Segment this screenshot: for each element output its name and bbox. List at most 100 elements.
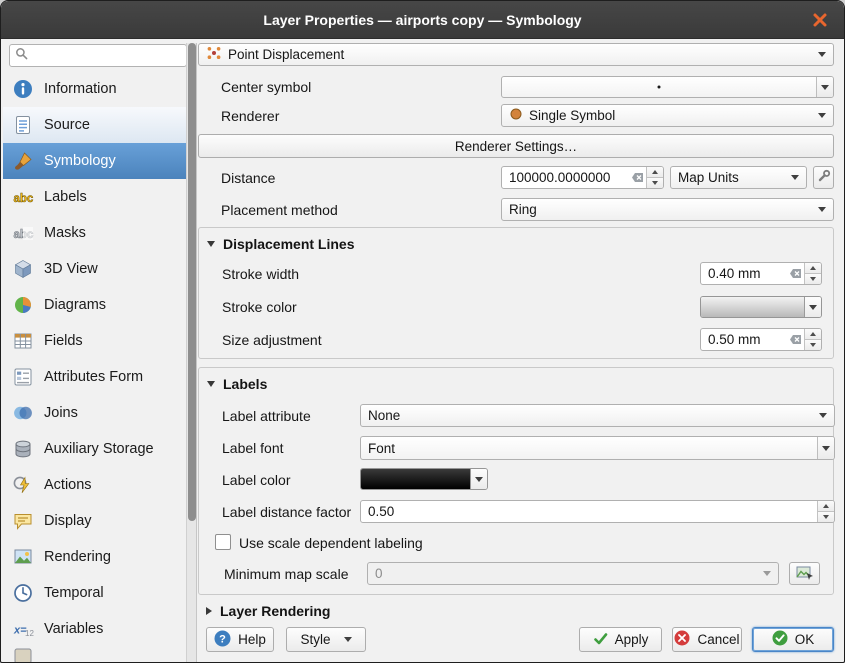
stroke-width-spinbox[interactable] bbox=[700, 262, 822, 285]
ok-check-icon bbox=[772, 630, 788, 649]
minimum-map-scale-combobox: 0 bbox=[367, 562, 779, 585]
sidebar-item-symbology[interactable]: Symbology bbox=[3, 143, 186, 179]
cancel-button[interactable]: Cancel bbox=[672, 627, 742, 652]
center-symbol-dropdown[interactable] bbox=[816, 77, 833, 97]
map-scale-icon bbox=[796, 565, 814, 583]
search-icon bbox=[15, 47, 28, 65]
clear-icon[interactable] bbox=[628, 171, 646, 184]
sidebar-item-display[interactable]: Display bbox=[3, 503, 186, 539]
label-distance-factor-input[interactable] bbox=[361, 504, 817, 519]
renderer-combobox[interactable]: Single Symbol bbox=[501, 104, 834, 127]
distance-input[interactable] bbox=[502, 170, 628, 185]
sidebar-item-label: Temporal bbox=[44, 585, 104, 601]
clear-icon[interactable] bbox=[786, 267, 804, 280]
sidebar-item-masks[interactable]: abc Masks bbox=[3, 215, 186, 251]
set-scale-from-map-button[interactable] bbox=[789, 562, 820, 585]
sidebar-item-information[interactable]: Information bbox=[3, 71, 186, 107]
spin-down-button[interactable] bbox=[805, 339, 821, 350]
sidebar-item-labels[interactable]: abc Labels bbox=[3, 179, 186, 215]
spin-up-button[interactable] bbox=[818, 501, 834, 511]
sidebar-item-fields[interactable]: Fields bbox=[3, 323, 186, 359]
ok-label: OK bbox=[795, 632, 815, 647]
sidebar-item-partial[interactable] bbox=[3, 647, 186, 663]
ok-button[interactable]: OK bbox=[752, 627, 834, 652]
renderer-value: Single Symbol bbox=[529, 108, 615, 123]
single-symbol-icon bbox=[509, 107, 523, 124]
renderer-type-combobox[interactable]: Point Displacement bbox=[198, 43, 834, 66]
joins-icon bbox=[12, 402, 34, 424]
label-font-button[interactable]: Font bbox=[360, 436, 835, 460]
help-button[interactable]: ? Help bbox=[206, 627, 274, 652]
sidebar-item-attributes-form[interactable]: Attributes Form bbox=[3, 359, 186, 395]
scale-dependent-checkbox[interactable] bbox=[215, 534, 231, 550]
group-title: Labels bbox=[223, 376, 267, 392]
style-menu-button[interactable]: Style bbox=[286, 627, 366, 652]
spin-down-button[interactable] bbox=[805, 273, 821, 284]
label-color-label: Label color bbox=[222, 472, 291, 488]
color-dropdown[interactable] bbox=[470, 469, 487, 489]
apply-button[interactable]: Apply bbox=[579, 627, 662, 652]
renderer-label: Renderer bbox=[221, 108, 279, 124]
chevron-down-icon bbox=[822, 446, 830, 451]
collapse-icon bbox=[207, 381, 215, 387]
size-adjustment-spinbox[interactable] bbox=[700, 328, 822, 351]
placement-method-combobox[interactable]: Ring bbox=[501, 198, 834, 221]
sidebar-item-actions[interactable]: Actions bbox=[3, 467, 186, 503]
spin-up-button[interactable] bbox=[805, 263, 821, 273]
label-font-label: Label font bbox=[222, 440, 284, 456]
distance-spinbox[interactable] bbox=[501, 166, 664, 189]
speech-bubble-icon bbox=[12, 510, 34, 532]
sidebar-item-rendering[interactable]: Rendering bbox=[3, 539, 186, 575]
sidebar-item-label: Masks bbox=[44, 225, 86, 241]
sidebar-item-diagrams[interactable]: Diagrams bbox=[3, 287, 186, 323]
distance-label: Distance bbox=[221, 170, 275, 186]
spin-down-button[interactable] bbox=[818, 511, 834, 522]
distance-units-combobox[interactable]: Map Units bbox=[670, 166, 807, 189]
spin-up-button[interactable] bbox=[647, 167, 663, 177]
color-dropdown[interactable] bbox=[804, 297, 821, 317]
chevron-down-icon bbox=[763, 571, 771, 576]
scrollbar-thumb[interactable] bbox=[188, 43, 196, 521]
center-symbol-button[interactable] bbox=[501, 76, 834, 98]
sidebar-search[interactable] bbox=[9, 44, 187, 67]
font-dropdown[interactable] bbox=[817, 437, 834, 459]
chevron-down-icon bbox=[791, 175, 799, 180]
label-color-button[interactable] bbox=[360, 468, 488, 490]
label-attribute-combobox[interactable]: None bbox=[360, 404, 835, 427]
sidebar-item-source[interactable]: Source bbox=[3, 107, 186, 143]
titlebar[interactable]: Layer Properties — airports copy — Symbo… bbox=[1, 1, 844, 39]
sidebar-item-joins[interactable]: Joins bbox=[3, 395, 186, 431]
wrench-icon bbox=[817, 169, 831, 186]
close-icon[interactable] bbox=[811, 11, 829, 29]
labels-group: Labels Label attribute None Label font F… bbox=[198, 367, 834, 595]
renderer-settings-button[interactable]: Renderer Settings… bbox=[198, 134, 834, 158]
clear-icon[interactable] bbox=[786, 333, 804, 346]
chevron-down-icon bbox=[818, 207, 826, 212]
layer-rendering-header[interactable]: Layer Rendering bbox=[206, 603, 330, 619]
sidebar-item-variables[interactable]: x=12 Variables bbox=[3, 611, 186, 647]
sidebar-item-temporal[interactable]: Temporal bbox=[3, 575, 186, 611]
search-input[interactable] bbox=[32, 47, 181, 64]
sidebar-item-auxiliary-storage[interactable]: Auxiliary Storage bbox=[3, 431, 186, 467]
svg-text:?: ? bbox=[219, 633, 226, 645]
chevron-down-icon bbox=[818, 52, 826, 57]
sidebar-scrollbar[interactable] bbox=[186, 43, 197, 663]
sidebar-item-3d-view[interactable]: 3D View bbox=[3, 251, 186, 287]
color-swatch bbox=[361, 469, 470, 489]
sidebar-item-label: Information bbox=[44, 81, 117, 97]
stroke-width-input[interactable] bbox=[701, 266, 786, 281]
size-adjustment-label: Size adjustment bbox=[222, 332, 322, 348]
size-adjustment-input[interactable] bbox=[701, 332, 786, 347]
label-distance-factor-spinbox[interactable] bbox=[360, 500, 835, 523]
sidebar-item-label: Source bbox=[44, 117, 90, 133]
data-defined-override-button[interactable] bbox=[813, 166, 834, 189]
displacement-lines-header[interactable]: Displacement Lines bbox=[207, 236, 355, 252]
svg-text:abc: abc bbox=[14, 193, 34, 205]
spin-up-button[interactable] bbox=[805, 329, 821, 339]
stroke-width-label: Stroke width bbox=[222, 266, 299, 282]
labels-header[interactable]: Labels bbox=[207, 376, 267, 392]
sidebar-item-label: Variables bbox=[44, 621, 103, 637]
spin-down-button[interactable] bbox=[647, 177, 663, 188]
stroke-color-button[interactable] bbox=[700, 296, 822, 318]
sidebar-item-label: Fields bbox=[44, 333, 83, 349]
